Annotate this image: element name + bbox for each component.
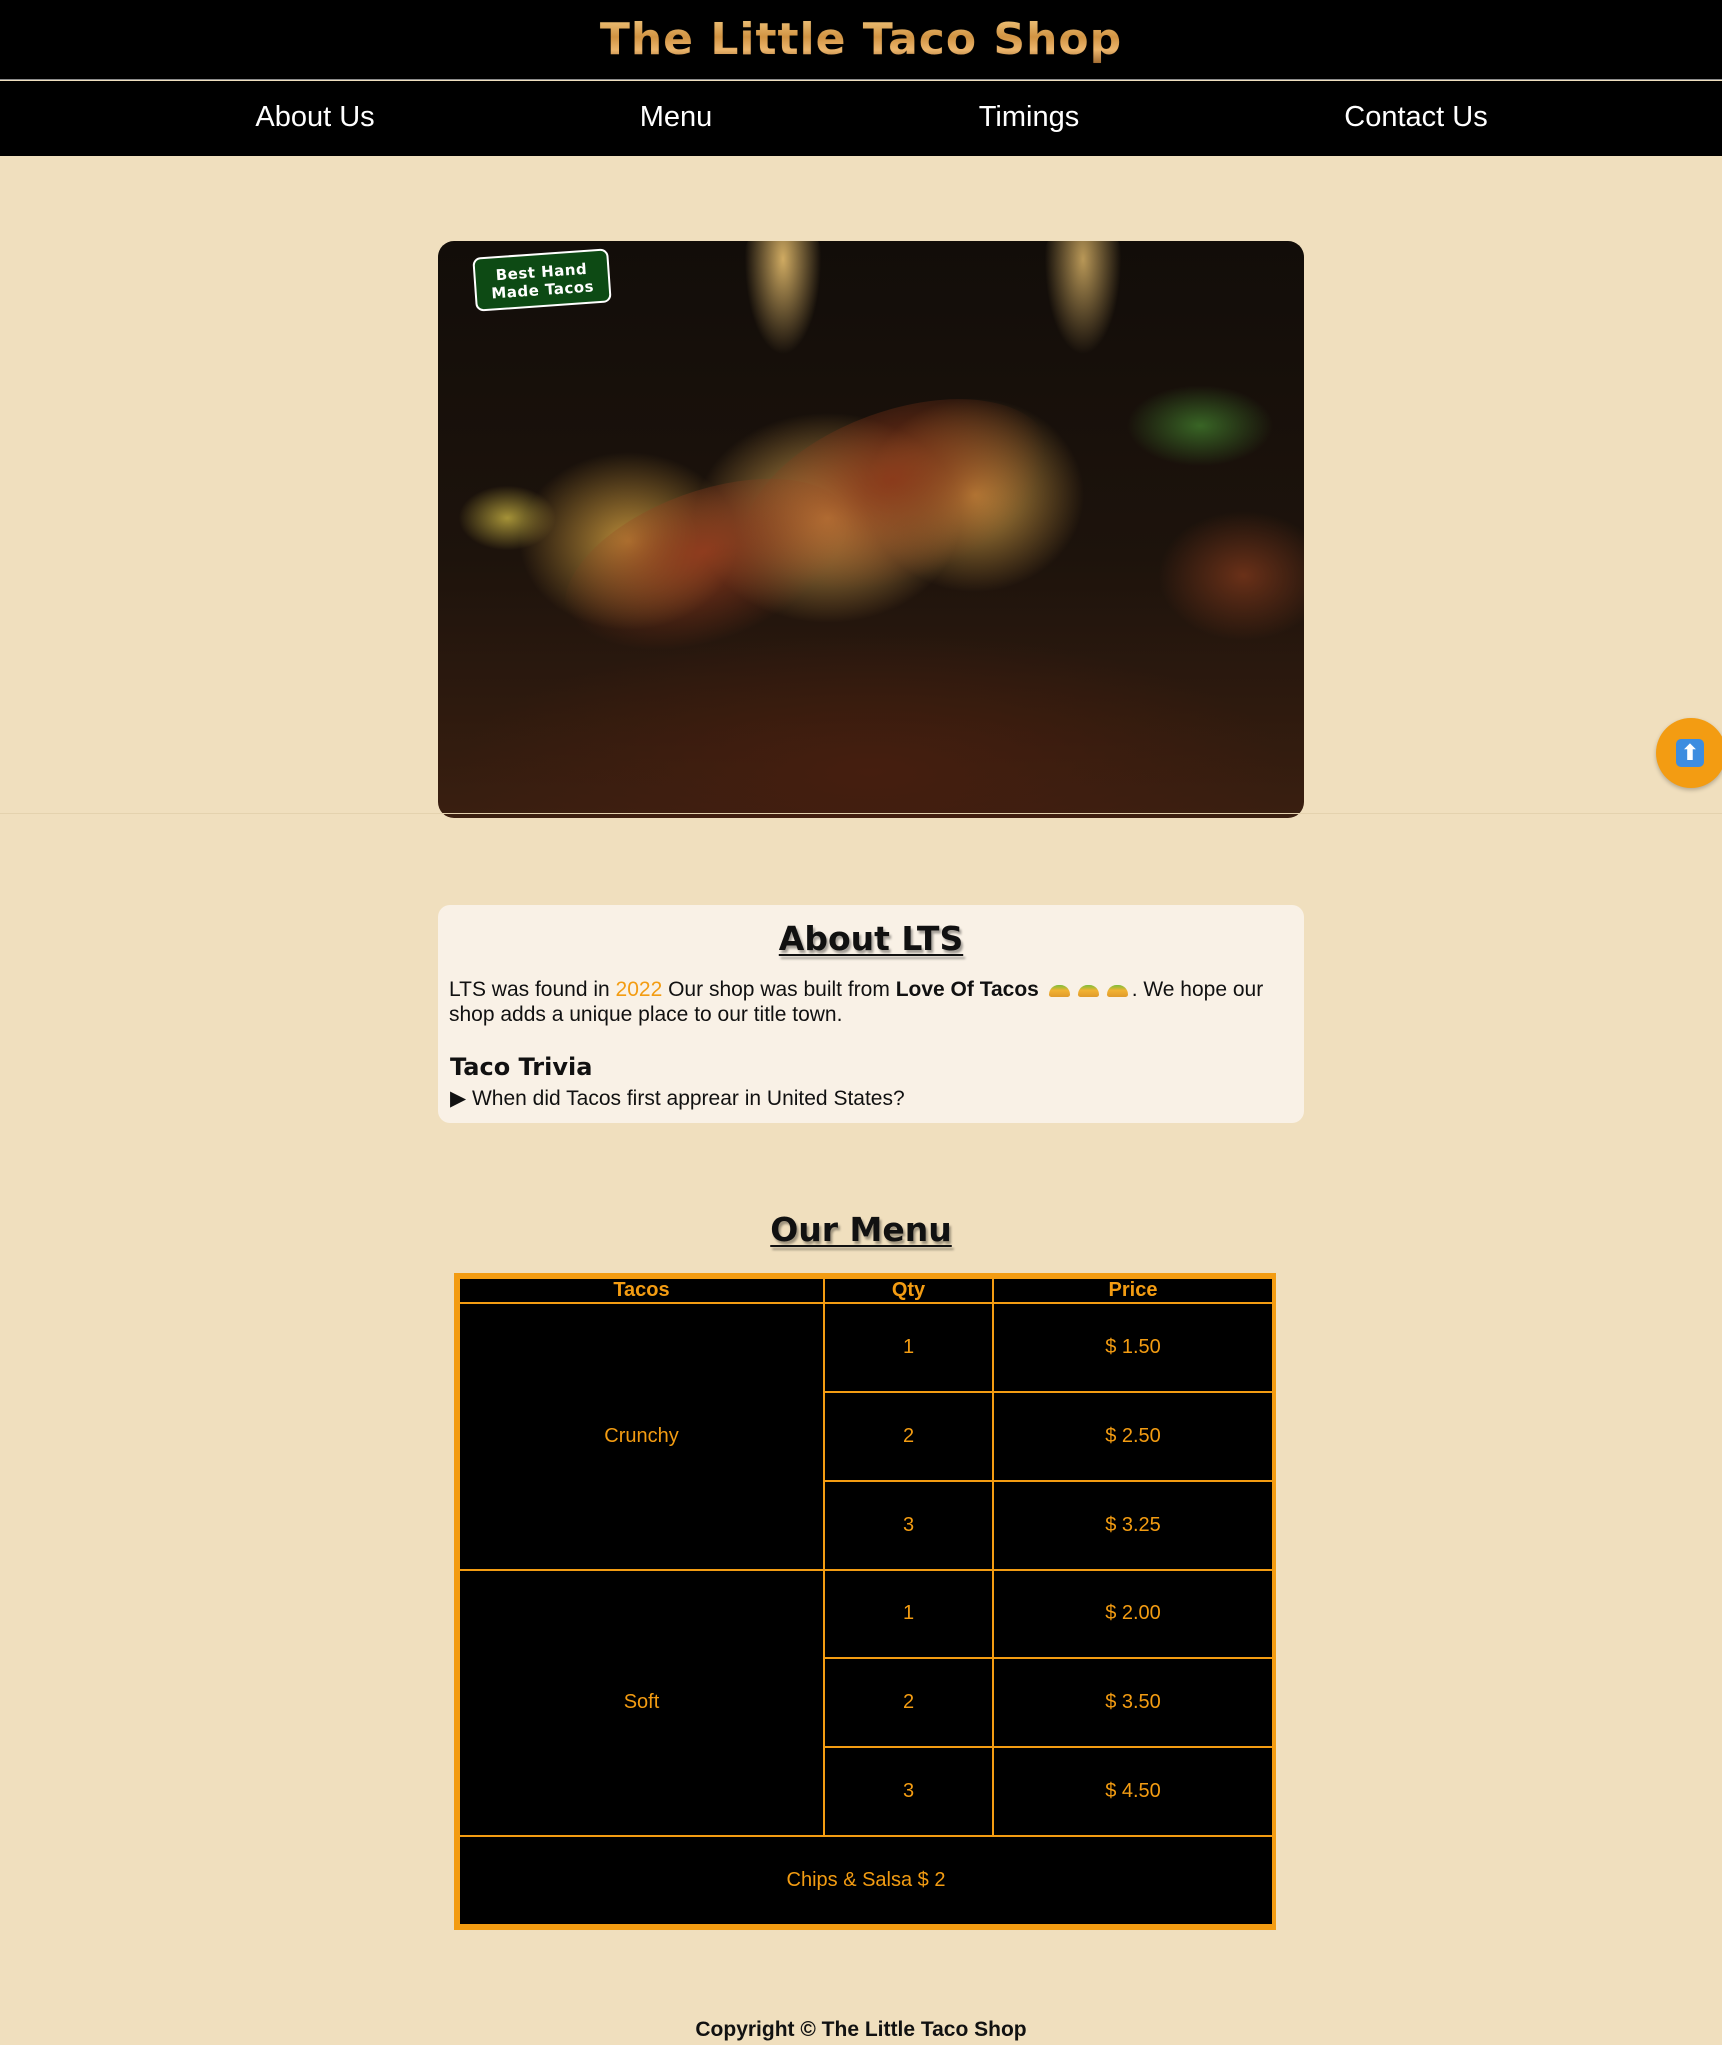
- scroll-to-top-button[interactable]: ⬆: [1656, 718, 1722, 788]
- qty-cell: 3: [823, 1479, 994, 1571]
- qty-cell: 2: [823, 1657, 994, 1749]
- price-cell: $ 2.50: [992, 1390, 1274, 1482]
- table-row: Chips & Salsa $ 2: [458, 1835, 1274, 1926]
- love-of-tacos: Love Of Tacos: [895, 978, 1039, 1001]
- arrow-up-icon: ⬆: [1676, 739, 1704, 767]
- table-row: Crunchy 1 $ 1.50: [458, 1302, 1274, 1571]
- about-text: LTS was found in 2022 Our shop was built…: [449, 977, 1289, 1027]
- table-row: Soft 1 $ 2.00: [458, 1568, 1274, 1838]
- trivia-question-toggle[interactable]: ▶ When did Tacos first apprear in United…: [450, 1086, 905, 1111]
- column-header-tacos: Tacos: [458, 1277, 825, 1304]
- price-cell: $ 3.50: [992, 1657, 1274, 1749]
- about-text-part: LTS was found in: [449, 978, 616, 1001]
- about-text-part: Our shop was built from: [662, 978, 896, 1001]
- menu-heading: Our Menu: [770, 1210, 952, 1249]
- taco-icon: [1077, 985, 1099, 997]
- section-divider: [0, 813, 1722, 814]
- qty-cell: 1: [823, 1568, 994, 1660]
- chips-salsa-cell: Chips & Salsa $ 2: [458, 1835, 1274, 1926]
- qty-cell: 2: [823, 1390, 994, 1482]
- price-cell: $ 2.00: [992, 1568, 1274, 1660]
- site-title: The Little Taco Shop: [599, 14, 1123, 65]
- founded-year: 2022: [615, 978, 663, 1001]
- nav-contact-us[interactable]: Contact Us: [1344, 101, 1487, 134]
- price-cell: $ 4.50: [992, 1746, 1274, 1838]
- taco-type-cell: Crunchy: [458, 1302, 825, 1571]
- candle-glow: [738, 241, 828, 371]
- nav-menu[interactable]: Menu: [640, 101, 713, 134]
- about-section: About LTS LTS was found in 2022 Our shop…: [438, 905, 1304, 1123]
- column-header-qty: Qty: [823, 1277, 994, 1304]
- main-nav: About Us Menu Timings Contact Us: [0, 81, 1722, 156]
- hero-taco-image: Best Hand Made Tacos: [438, 241, 1304, 818]
- taco-filling: [718, 361, 1078, 631]
- nav-timings[interactable]: Timings: [979, 101, 1079, 134]
- menu-table: Tacos Qty Price Crunchy 1 $ 1.50 2 $ 2.5…: [454, 1273, 1276, 1930]
- candle-glow: [1038, 241, 1128, 371]
- taco-icon: [1048, 985, 1070, 997]
- taco-type-cell: Soft: [458, 1568, 825, 1838]
- qty-cell: 1: [823, 1302, 994, 1393]
- taco-icon: [1106, 985, 1128, 997]
- qty-cell: 3: [823, 1746, 994, 1838]
- price-cell: $ 3.25: [992, 1479, 1274, 1571]
- best-hand-made-badge: Best Hand Made Tacos: [472, 248, 612, 312]
- nav-about-us[interactable]: About Us: [255, 101, 374, 134]
- column-header-price: Price: [992, 1277, 1274, 1304]
- site-header: The Little Taco Shop: [0, 0, 1722, 80]
- about-heading: About LTS: [778, 919, 964, 958]
- copyright-footer: Copyright © The Little Taco Shop: [695, 2018, 1027, 2041]
- trivia-title: Taco Trivia: [450, 1053, 593, 1081]
- price-cell: $ 1.50: [992, 1302, 1274, 1393]
